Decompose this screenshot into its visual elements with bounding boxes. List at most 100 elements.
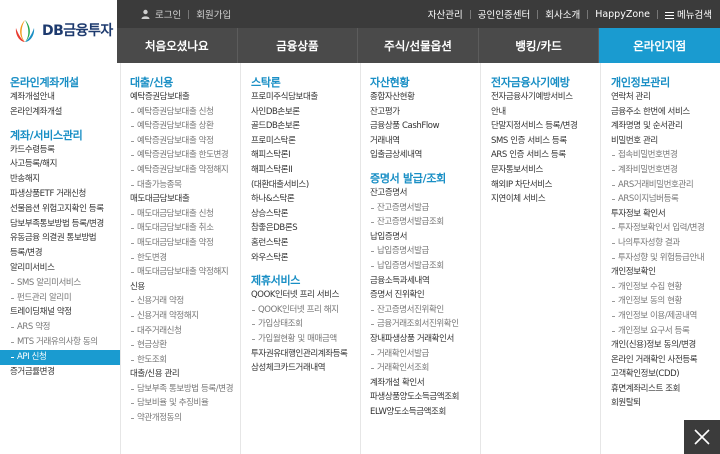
menu-sub-item[interactable]: 예탁증권담보대출 상환 bbox=[130, 119, 240, 134]
menu-item[interactable]: 등록/변경 bbox=[10, 246, 120, 261]
menu-sub-item[interactable]: QOOK인터넷 프리 해지 bbox=[251, 303, 360, 318]
menu-item[interactable]: 증거금률변경 bbox=[10, 365, 120, 380]
menu-sub-item[interactable]: 접속비밀번호변경 bbox=[611, 148, 720, 163]
menu-item[interactable]: 하나&스탁론 bbox=[251, 192, 360, 207]
menu-item[interactable]: 증명서 진위확인 bbox=[370, 288, 480, 303]
menu-sub-item[interactable]: 매도대금담보대출 신청 bbox=[130, 207, 240, 222]
menu-item[interactable]: 신용 bbox=[130, 280, 240, 295]
menu-section-title[interactable]: 개인정보관리 bbox=[611, 75, 720, 90]
menu-sub-item[interactable]: 가입월현황 및 매매금액 bbox=[251, 332, 360, 347]
menu-sub-item[interactable]: 담보부족 통보방법 등록/변경 bbox=[130, 382, 240, 397]
menu-sub-item[interactable]: 약관개정동의 bbox=[130, 411, 240, 426]
menu-section-title[interactable]: 증명서 발급/조회 bbox=[370, 171, 480, 186]
menu-item[interactable]: 알리미서비스 bbox=[10, 261, 120, 276]
menu-sub-item[interactable]: MTS 거래유의사항 동의 bbox=[10, 335, 120, 350]
menu-sub-item[interactable]: 한도변경 bbox=[130, 251, 240, 266]
menu-item[interactable]: 개인정보확인 bbox=[611, 265, 720, 280]
menu-item[interactable]: 홈런스탁론 bbox=[251, 236, 360, 251]
happyzone-link[interactable]: HappyZone bbox=[595, 9, 650, 20]
menu-item[interactable]: 해피스탁론I bbox=[251, 148, 360, 163]
menu-sub-item[interactable]: ARS거래비밀번호관리 bbox=[611, 178, 720, 193]
menu-item[interactable]: 반송해지 bbox=[10, 172, 120, 187]
menu-search-button[interactable]: 메뉴검색 bbox=[665, 7, 712, 21]
menu-sub-item[interactable]: 계좌비밀번호변경 bbox=[611, 163, 720, 178]
menu-sub-item[interactable]: SMS 알리미서비스 bbox=[10, 276, 120, 291]
menu-item[interactable]: 입출금상세내역 bbox=[370, 148, 480, 163]
menu-item[interactable]: 개인(신용)정보 동의/변경 bbox=[611, 338, 720, 353]
company-intro-link[interactable]: 회사소개 bbox=[545, 7, 580, 21]
menu-sub-item[interactable]: 잔고증명서발급조회 bbox=[370, 215, 480, 230]
menu-sub-item[interactable]: 나의투자성향 결과 bbox=[611, 236, 720, 251]
menu-item[interactable]: 담보부족통보방법 등록/변경 bbox=[10, 217, 120, 232]
signup-link[interactable]: 회원가입 bbox=[196, 7, 231, 21]
menu-item[interactable]: 선물옵션 위험고지확인 등록 bbox=[10, 202, 120, 217]
menu-sub-item[interactable]: 가입상태조회 bbox=[251, 317, 360, 332]
menu-item[interactable]: ELW양도소득금액조회 bbox=[370, 405, 480, 420]
certificate-center-link[interactable]: 공인인증센터 bbox=[478, 7, 530, 21]
menu-item[interactable]: 와우스탁론 bbox=[251, 251, 360, 266]
menu-item[interactable]: 투자권유대행인관리계좌등록 bbox=[251, 347, 360, 362]
menu-sub-item[interactable]: 잔고증명서발급 bbox=[370, 201, 480, 216]
menu-section-title[interactable]: 스탁론 bbox=[251, 75, 360, 90]
menu-item[interactable]: 연락처 관리 bbox=[611, 90, 720, 105]
menu-sub-item[interactable]: 개인정보 수집 현황 bbox=[611, 280, 720, 295]
menu-sub-item[interactable]: 개인정보 동의 현황 bbox=[611, 294, 720, 309]
menu-sub-item[interactable]: 매도대금담보대출 취소 bbox=[130, 221, 240, 236]
menu-item[interactable]: 온라인 거래확인 사전등록 bbox=[611, 353, 720, 368]
menu-sub-item[interactable]: ARS이지넘버등록 bbox=[611, 192, 720, 207]
menu-sub-item[interactable]: 납입증명서발급조회 bbox=[370, 259, 480, 274]
menu-item[interactable]: 카드수령등록 bbox=[10, 143, 120, 158]
menu-item[interactable]: 매도대금담보대출 bbox=[130, 192, 240, 207]
menu-sub-item[interactable]: 현금상환 bbox=[130, 338, 240, 353]
menu-item[interactable]: 해외IP 차단서비스 bbox=[491, 178, 600, 193]
menu-item[interactable]: 예탁증권담보대출 bbox=[130, 90, 240, 105]
menu-sub-item[interactable]: 예탁증권담보대출 약정 bbox=[130, 134, 240, 149]
menu-sub-item[interactable]: 거래확인서발급 bbox=[370, 347, 480, 362]
close-menu-button[interactable] bbox=[684, 420, 720, 454]
menu-sub-item[interactable]: 잔고증명서진위확인 bbox=[370, 303, 480, 318]
menu-item[interactable]: 삼성체크카드거래내역 bbox=[251, 361, 360, 376]
menu-item[interactable]: 안내 bbox=[491, 105, 600, 120]
menu-item[interactable]: 잔고증명서 bbox=[370, 186, 480, 201]
menu-sub-item[interactable]: 납입증명서발급 bbox=[370, 244, 480, 259]
menu-item[interactable]: 해피스탁론II bbox=[251, 163, 360, 178]
menu-section-title[interactable]: 자산현황 bbox=[370, 75, 480, 90]
menu-item[interactable]: 상승스탁론 bbox=[251, 207, 360, 222]
menu-section-title[interactable]: 온라인계좌개설 bbox=[10, 75, 120, 90]
menu-item[interactable]: 골드DB손보론 bbox=[251, 119, 360, 134]
menu-item[interactable]: 지연이체 서비스 bbox=[491, 192, 600, 207]
menu-item[interactable]: QOOK인터넷 프리 서비스 bbox=[251, 288, 360, 303]
menu-item[interactable]: ARS 인증 서비스 등록 bbox=[491, 148, 600, 163]
menu-sub-item[interactable]: 담보비율 및 추징비율 bbox=[130, 396, 240, 411]
menu-item[interactable]: 대출/신용 관리 bbox=[130, 367, 240, 382]
menu-item[interactable]: 금융주소 한번에 서비스 bbox=[611, 105, 720, 120]
menu-sub-item[interactable]: 대주거래신청 bbox=[130, 324, 240, 339]
menu-item[interactable]: 참좋은DB론S bbox=[251, 221, 360, 236]
login-link[interactable]: 로그인 bbox=[155, 7, 181, 21]
menu-sub-item[interactable]: 예탁증권담보대출 한도변경 bbox=[130, 148, 240, 163]
menu-item[interactable]: 금융상품 CashFlow bbox=[370, 119, 480, 134]
menu-item[interactable]: 잔고평가 bbox=[370, 105, 480, 120]
menu-item[interactable]: SMS 인증 서비스 등록 bbox=[491, 134, 600, 149]
asset-management-link[interactable]: 자산관리 bbox=[428, 7, 463, 21]
menu-item[interactable]: 프로미스탁론 bbox=[251, 134, 360, 149]
menu-item[interactable]: 단말지정서비스 등록/변경 bbox=[491, 119, 600, 134]
logo[interactable]: DB금융투자 bbox=[0, 0, 117, 63]
menu-item[interactable]: 납입증명서 bbox=[370, 230, 480, 245]
menu-sub-item-active[interactable]: API 신청 bbox=[0, 349, 120, 365]
menu-sub-item[interactable]: 투자성향 및 위험등급안내 bbox=[611, 251, 720, 266]
menu-sub-item[interactable]: 대출가능종목 bbox=[130, 178, 240, 193]
menu-item[interactable]: 고객확인정보(CDD) bbox=[611, 367, 720, 382]
tab-online-branch[interactable]: 온라인지점 bbox=[599, 28, 720, 63]
menu-item[interactable]: 프로미주식담보대출 bbox=[251, 90, 360, 105]
menu-item[interactable]: 투자정보 확인서 bbox=[611, 207, 720, 222]
menu-item[interactable]: 전자금융사기예방서비스 bbox=[491, 90, 600, 105]
menu-sub-item[interactable]: 신용거래 약정해지 bbox=[130, 309, 240, 324]
menu-item[interactable]: 트레이딩채널 약정 bbox=[10, 305, 120, 320]
menu-section-title[interactable]: 계좌/서비스관리 bbox=[10, 128, 120, 143]
menu-sub-item[interactable]: 예탁증권담보대출 신청 bbox=[130, 105, 240, 120]
menu-item[interactable]: 유동금융 의결권 통보방법 bbox=[10, 231, 120, 246]
tab-financial-products[interactable]: 금융상품 bbox=[238, 28, 359, 63]
menu-section-title[interactable]: 전자금융사기예방 bbox=[491, 75, 600, 90]
menu-item[interactable]: 온라인계좌개설 bbox=[10, 105, 120, 120]
